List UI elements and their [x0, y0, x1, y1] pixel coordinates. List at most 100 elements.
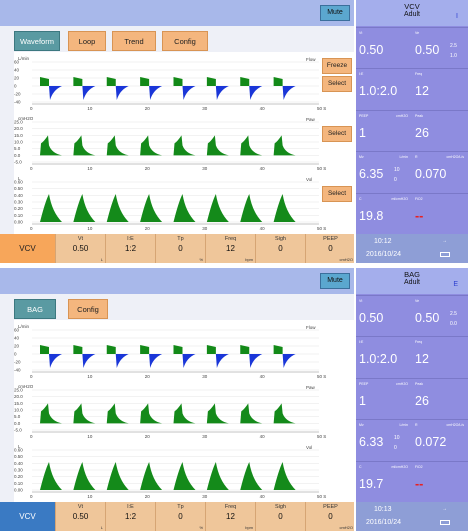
x-tick-label: 50 S [317, 226, 326, 231]
battery-icon [440, 520, 450, 525]
volume-breath-mark [140, 194, 163, 222]
x-tick-label: 10 [87, 226, 93, 231]
freeze-button[interactable]: Freeze [322, 58, 352, 74]
setting-vt[interactable]: Vt 0.50 L [55, 502, 105, 531]
plot-unit-label: L/min [18, 56, 30, 61]
flow-inspiration-mark [173, 345, 183, 354]
y-tick-label: 0.50 [14, 454, 23, 459]
x-tick-label: 50 S [317, 434, 326, 439]
flow-inspiration-mark [106, 77, 116, 86]
monitor-peep: PEEP cmH2O 1 [356, 379, 412, 419]
volume-breath-mark [73, 194, 96, 222]
pressure-breath-mark [106, 403, 129, 424]
setting-sigh[interactable]: Sigh 0 [255, 502, 305, 531]
status-footer: 10:12 2016/10/24 → [356, 234, 468, 263]
y-tick-label: 5.0 [14, 414, 21, 419]
y-tick-label: 60 [14, 328, 20, 333]
x-tick-label: 30 [202, 226, 208, 231]
flow-inspiration-mark [273, 77, 283, 86]
setting-peep[interactable]: PEEP 0 cmH2O [305, 502, 355, 531]
y-tick-label: 10.0 [14, 140, 23, 145]
monitor-label: C [359, 196, 362, 201]
select-button[interactable]: Select [322, 186, 352, 202]
y-tick-label: 20 [14, 76, 20, 81]
select-button[interactable]: Select [322, 126, 352, 142]
tab-config[interactable]: Config [68, 299, 108, 319]
monitor-r: RcmH2O/L/s 0.070 [412, 152, 468, 192]
plot-name-label: Flow [306, 57, 316, 62]
mode-button[interactable]: VCV [0, 502, 55, 531]
tab-waveform[interactable]: Waveform [14, 31, 60, 51]
pressure-breath-mark [240, 403, 263, 424]
setting-sigh[interactable]: Sigh 0 [255, 234, 305, 263]
pressure-breath-mark [206, 403, 229, 424]
monitor-value: -- [415, 208, 424, 223]
monitor-value: 0.50 [415, 311, 440, 325]
x-tick-label: 40 [260, 494, 266, 499]
top-bar: Mute [0, 0, 354, 26]
x-tick-label: 20 [145, 494, 151, 499]
volume-breath-mark [273, 194, 296, 222]
volume-breath-mark [106, 194, 129, 222]
setting-tp[interactable]: Tp 0% [155, 234, 205, 263]
setting-freq[interactable]: Freq 12 bpm [205, 234, 255, 263]
setting-unit: % [199, 257, 203, 262]
setting-value: 0 [328, 244, 333, 253]
monitor-row: I:E 1.0:2.0 Freq 12 [356, 336, 468, 376]
flow-expiration-mark [215, 354, 229, 368]
x-tick-label: 30 [202, 374, 208, 379]
flow-expiration-mark [115, 86, 129, 100]
monitor-ve: Ve 0.50 2.5 1.0 [412, 28, 468, 68]
x-tick-label: 20 [145, 106, 151, 111]
flow-expiration-mark [215, 86, 229, 100]
x-tick-label: 30 [202, 494, 208, 499]
tab-bag[interactable]: BAG [14, 299, 56, 319]
x-tick-label: 10 [87, 434, 93, 439]
monitor-label: Vt [359, 299, 363, 303]
monitor-label: PEEP [359, 113, 369, 118]
volume-breath-mark [173, 194, 196, 222]
setting-tp[interactable]: Tp 0% [155, 502, 205, 531]
setting-value: 12 [226, 512, 235, 521]
volume-breath-mark [40, 462, 62, 490]
plot-name-label: Vol [306, 177, 312, 182]
setting-vt[interactable]: Vt 0.50 L [55, 234, 105, 263]
plot-flow: L/min Flow 60 40 20 0 -20 -40 0 10 20 30 40 50 S Freez… [14, 52, 354, 112]
tab-loop[interactable]: Loop [68, 31, 106, 51]
setting-ie[interactable]: I:E 1:2 [105, 502, 155, 531]
setting-peep[interactable]: PEEP 0 cmH2O [305, 234, 355, 263]
volume-breath-mark [140, 462, 163, 490]
pressure-breath-mark [40, 403, 62, 424]
top-bar: Mute [0, 268, 354, 294]
x-tick-label: 30 [202, 106, 208, 111]
monitor-value: 1 [359, 393, 366, 408]
monitor-value: 1.0:2.0 [359, 84, 398, 99]
monitor-label: Mv [359, 155, 364, 160]
select-button[interactable]: Select [322, 76, 352, 92]
monitor-freq: Freq 12 [412, 69, 468, 109]
setting-label: Freq [224, 504, 237, 510]
y-tick-label: 0.00 [14, 488, 23, 493]
pressure-breath-mark [73, 135, 96, 156]
pressure-breath-mark [273, 403, 296, 424]
mode-button[interactable]: VCV [0, 234, 55, 263]
mute-button[interactable]: Mute [320, 5, 350, 21]
tab-config[interactable]: Config [162, 31, 208, 51]
y-tick-label: 25.0 [14, 120, 23, 125]
volume-breath-mark [73, 462, 96, 490]
tab-trend[interactable]: Trend [112, 31, 156, 51]
setting-value: 1:2 [124, 244, 137, 253]
waveform-panel: Mute BAG Config L/min Flow 60 40 20 0 -20 -40 0 10 20… [0, 268, 354, 531]
monitor-label: Mv [359, 423, 364, 428]
x-tick-label: 0 [30, 226, 33, 231]
monitor-unit: cmH2O/L/s [446, 155, 464, 160]
ventilation-mode: VCV [404, 2, 420, 11]
mute-button[interactable]: Mute [320, 273, 350, 289]
setting-freq[interactable]: Freq 12 bpm [205, 502, 255, 531]
setting-label: PEEP [323, 236, 338, 242]
y-tick-label: 0.30 [14, 200, 23, 205]
monitor-row: Vt 0.50 Ve 0.50 2.5 1.0 [356, 27, 468, 67]
monitor-row: Cml/cmH2O 19.7 FiO2 -- [356, 460, 468, 501]
setting-ie[interactable]: I:E 1:2 [105, 234, 155, 263]
monitor-fio2: FiO2 -- [412, 194, 468, 234]
